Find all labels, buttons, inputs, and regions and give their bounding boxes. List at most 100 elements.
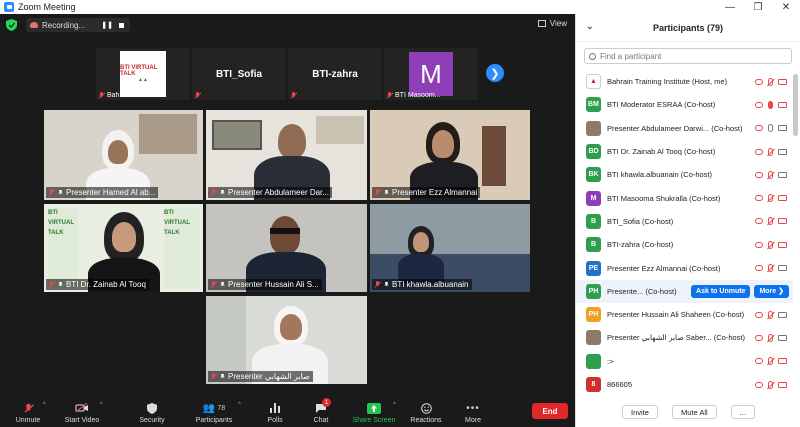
video-options-caret[interactable]: ^	[100, 402, 103, 408]
video-tile[interactable]: BTI VIRTUAL TALK BTI VIRTUAL TALK BTI Dr…	[44, 204, 203, 292]
tile-name-label: BTI Dr. Zainab Al Tooq	[46, 279, 149, 290]
video-off-icon	[778, 195, 787, 202]
participant-row[interactable]: 8 866605	[576, 373, 793, 396]
close-button[interactable]: ✕	[772, 2, 800, 13]
participant-row[interactable]: ▲ Bahrain Training Institute (Host, me)	[576, 70, 793, 93]
participant-status-icons	[755, 77, 787, 86]
muted-mic-icon	[768, 264, 773, 273]
end-meeting-button[interactable]: End	[532, 403, 568, 419]
participant-row[interactable]: B BTI_Sofia (Co-host)	[576, 210, 793, 233]
muted-mic-icon	[210, 281, 217, 288]
video-tile[interactable]: Presenter Hamed Al ab...	[44, 110, 203, 200]
video-tile[interactable]: Presenter صابر الشهابي	[206, 296, 367, 384]
start-video-button[interactable]: Start Video	[62, 397, 102, 427]
muted-mic-icon	[768, 217, 773, 226]
invite-button[interactable]: Invite	[622, 405, 658, 419]
view-grid-icon	[537, 20, 546, 27]
muted-mic-icon	[21, 402, 35, 414]
participant-status-icons	[755, 240, 787, 249]
participant-row[interactable]: B BTI-zahra (Co-host)	[576, 233, 793, 256]
minimize-button[interactable]: —	[716, 2, 744, 13]
recording-status-icon	[755, 334, 763, 341]
thumbnail-tile[interactable]: BTI_Sofia	[192, 48, 286, 100]
participant-row[interactable]: Presenter صابر الشهابي Saber... (Co-host…	[576, 326, 793, 349]
view-button[interactable]: View	[537, 19, 567, 28]
ask-to-unmute-button[interactable]: Ask to Unmute	[691, 284, 751, 298]
thumbnail-tile[interactable]: BTI-zahra	[288, 48, 382, 100]
stop-recording-icon[interactable]	[119, 22, 124, 28]
participant-row[interactable]: BK BTI khawla.albuanain (Co-host)	[576, 163, 793, 186]
polls-button[interactable]: Polls	[262, 397, 288, 427]
next-page-arrow-icon[interactable]: ❯	[486, 64, 504, 82]
muted-mic-icon	[768, 77, 773, 86]
participant-row[interactable]: PH Presente... (Co-host) Ask to Unmute More…	[576, 279, 793, 303]
participant-row[interactable]: M BTI Masooma Shukralla (Co-host)	[576, 186, 793, 209]
security-button[interactable]: Security	[136, 397, 168, 427]
share-options-caret[interactable]: ^	[393, 402, 396, 408]
security-shield-icon	[145, 402, 159, 414]
participants-options-caret[interactable]: ^	[238, 402, 241, 408]
participants-panel: ⌄ Participants (79) Find a participant ▲…	[575, 14, 800, 427]
participant-more-button[interactable]: More ❯	[754, 284, 789, 298]
participant-row[interactable]: BD BTI Dr. Zainab Al Tooq (Co-host)	[576, 140, 793, 163]
mute-all-button[interactable]: Mute All	[671, 405, 717, 419]
chat-icon: 1	[314, 398, 331, 414]
video-icon	[778, 311, 787, 318]
muted-mic-icon	[768, 170, 773, 179]
share-screen-button[interactable]: Share Screen	[350, 397, 398, 427]
reactions-label: Reactions	[410, 417, 442, 424]
recording-status-icon	[755, 171, 763, 178]
chat-button[interactable]: 1 Chat	[308, 397, 334, 427]
participant-row[interactable]: Presenter Abdulameer Darwi... (Co-host)	[576, 117, 793, 140]
muted-mic-icon	[768, 240, 773, 249]
unmute-button[interactable]: Unmute	[12, 397, 44, 427]
video-tile[interactable]: BTI khawla.albuanain	[370, 204, 530, 292]
encryption-shield-icon[interactable]	[6, 19, 17, 31]
reactions-button[interactable]: Reactions	[408, 397, 444, 427]
avatar: B	[586, 213, 601, 229]
participant-name: Presenter Hussain Ali Shaheen (Co-host)	[607, 310, 745, 320]
participant-search-input[interactable]: Find a participant	[584, 48, 792, 64]
avatar: PH	[586, 283, 601, 299]
video-off-icon	[778, 218, 787, 225]
participant-status-icons	[755, 170, 787, 179]
video-tile[interactable]: Presenter Abdulameer Dar...	[206, 110, 367, 200]
recording-status-icon	[755, 311, 763, 318]
participant-name: BTI Dr. Zainab Al Tooq (Co-host)	[607, 147, 716, 157]
video-off-icon	[778, 101, 787, 108]
thumbnail-tile[interactable]: BTI VIRTUAL TALK ▲▲ Bahrain Traini...	[96, 48, 190, 100]
video-off-icon	[778, 358, 787, 365]
muted-mic-icon	[290, 92, 297, 99]
avatar: B	[586, 237, 601, 253]
participant-row[interactable]: BM BTI Moderator ESRAA (Co-host)	[576, 93, 793, 116]
recording-status-icon	[755, 241, 763, 248]
chat-label: Chat	[313, 417, 329, 424]
thumbnail-tile[interactable]: M BTI Masoom...	[384, 48, 478, 100]
view-label: View	[549, 19, 567, 28]
muted-mic-icon	[768, 310, 773, 319]
pin-icon	[384, 189, 389, 196]
muted-mic-icon	[768, 147, 773, 156]
video-tile[interactable]: Presenter Ezz Almannai	[370, 110, 530, 200]
more-options-button[interactable]: ...	[730, 405, 755, 419]
video-icon	[778, 148, 787, 155]
video-tile[interactable]: Presenter Hussain Ali S...	[206, 204, 367, 292]
logo-text: BTI VIRTUAL TALK	[120, 65, 158, 77]
participants-button[interactable]: 👥 78 Participants	[192, 397, 236, 427]
muted-mic-icon	[374, 189, 381, 196]
video-off-icon	[778, 381, 787, 388]
participant-row[interactable]: PE Presenter Ezz Almannai (Co-host)	[576, 256, 793, 279]
tile-name-label: BTI khawla.albuanain	[372, 279, 472, 290]
participant-name: Presente... (Co-host)	[607, 286, 677, 296]
pause-recording-icon[interactable]: ❚❚	[101, 21, 113, 29]
maximize-button[interactable]: ❐	[744, 2, 772, 13]
muted-mic-icon	[386, 92, 393, 99]
participant-status-icons	[755, 100, 787, 109]
collapse-chevron-icon[interactable]: ⌄	[586, 21, 594, 32]
audio-options-caret[interactable]: ^	[43, 402, 46, 408]
participant-list-scrollbar[interactable]	[793, 74, 798, 136]
participant-row[interactable]: :>	[576, 350, 793, 373]
more-button[interactable]: ••• More	[460, 397, 486, 427]
participant-row[interactable]: PH Presenter Hussain Ali Shaheen (Co-host…	[576, 303, 793, 326]
recording-indicator: Recording... ❚❚	[26, 18, 130, 32]
